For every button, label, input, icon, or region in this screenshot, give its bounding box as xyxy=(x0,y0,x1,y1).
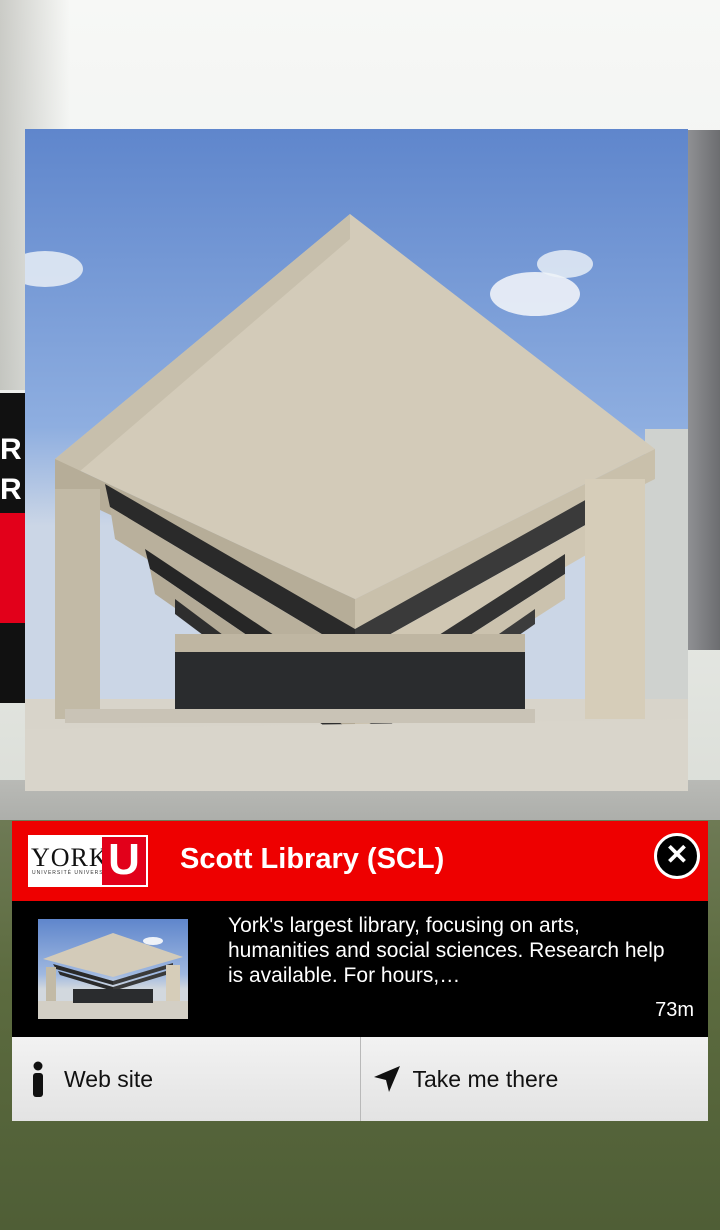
background-york-sign: R R xyxy=(0,393,25,703)
logo-u-mark: U xyxy=(102,837,146,885)
poi-thumbnail xyxy=(38,919,188,1019)
take-me-there-button[interactable]: Take me there xyxy=(359,1037,709,1121)
background-sign-red xyxy=(0,513,25,623)
close-icon[interactable]: ✕ xyxy=(654,833,700,879)
navigation-arrow-icon xyxy=(361,1064,413,1094)
website-button[interactable]: Web site xyxy=(12,1037,360,1121)
poi-info-card: YORK UNIVERSITÉ UNIVERSITY U Scott Libra… xyxy=(12,821,708,1121)
poi-photo[interactable] xyxy=(25,129,688,791)
poi-distance: 73m xyxy=(655,999,694,1021)
york-university-logo: YORK UNIVERSITÉ UNIVERSITY U xyxy=(28,835,148,887)
take-me-there-label: Take me there xyxy=(412,1065,559,1092)
poi-card-body[interactable]: York's largest library, focusing on arts… xyxy=(12,901,708,1037)
background-sign-text: R xyxy=(0,433,22,466)
poi-description: York's largest library, focusing on arts… xyxy=(228,914,665,987)
poi-title: Scott Library (SCL) xyxy=(180,843,445,875)
poi-actions-bar: Web site Take me there xyxy=(12,1037,708,1121)
website-button-label: Web site xyxy=(64,1065,154,1092)
library-building-image xyxy=(25,214,688,791)
background-building xyxy=(688,130,720,650)
thumbnail-building-image xyxy=(38,933,188,1019)
info-icon xyxy=(12,1061,64,1097)
logo-york-text: YORK xyxy=(31,843,109,872)
background-sign-text: R xyxy=(0,473,22,506)
poi-card-header: YORK UNIVERSITÉ UNIVERSITY U Scott Libra… xyxy=(12,821,708,901)
